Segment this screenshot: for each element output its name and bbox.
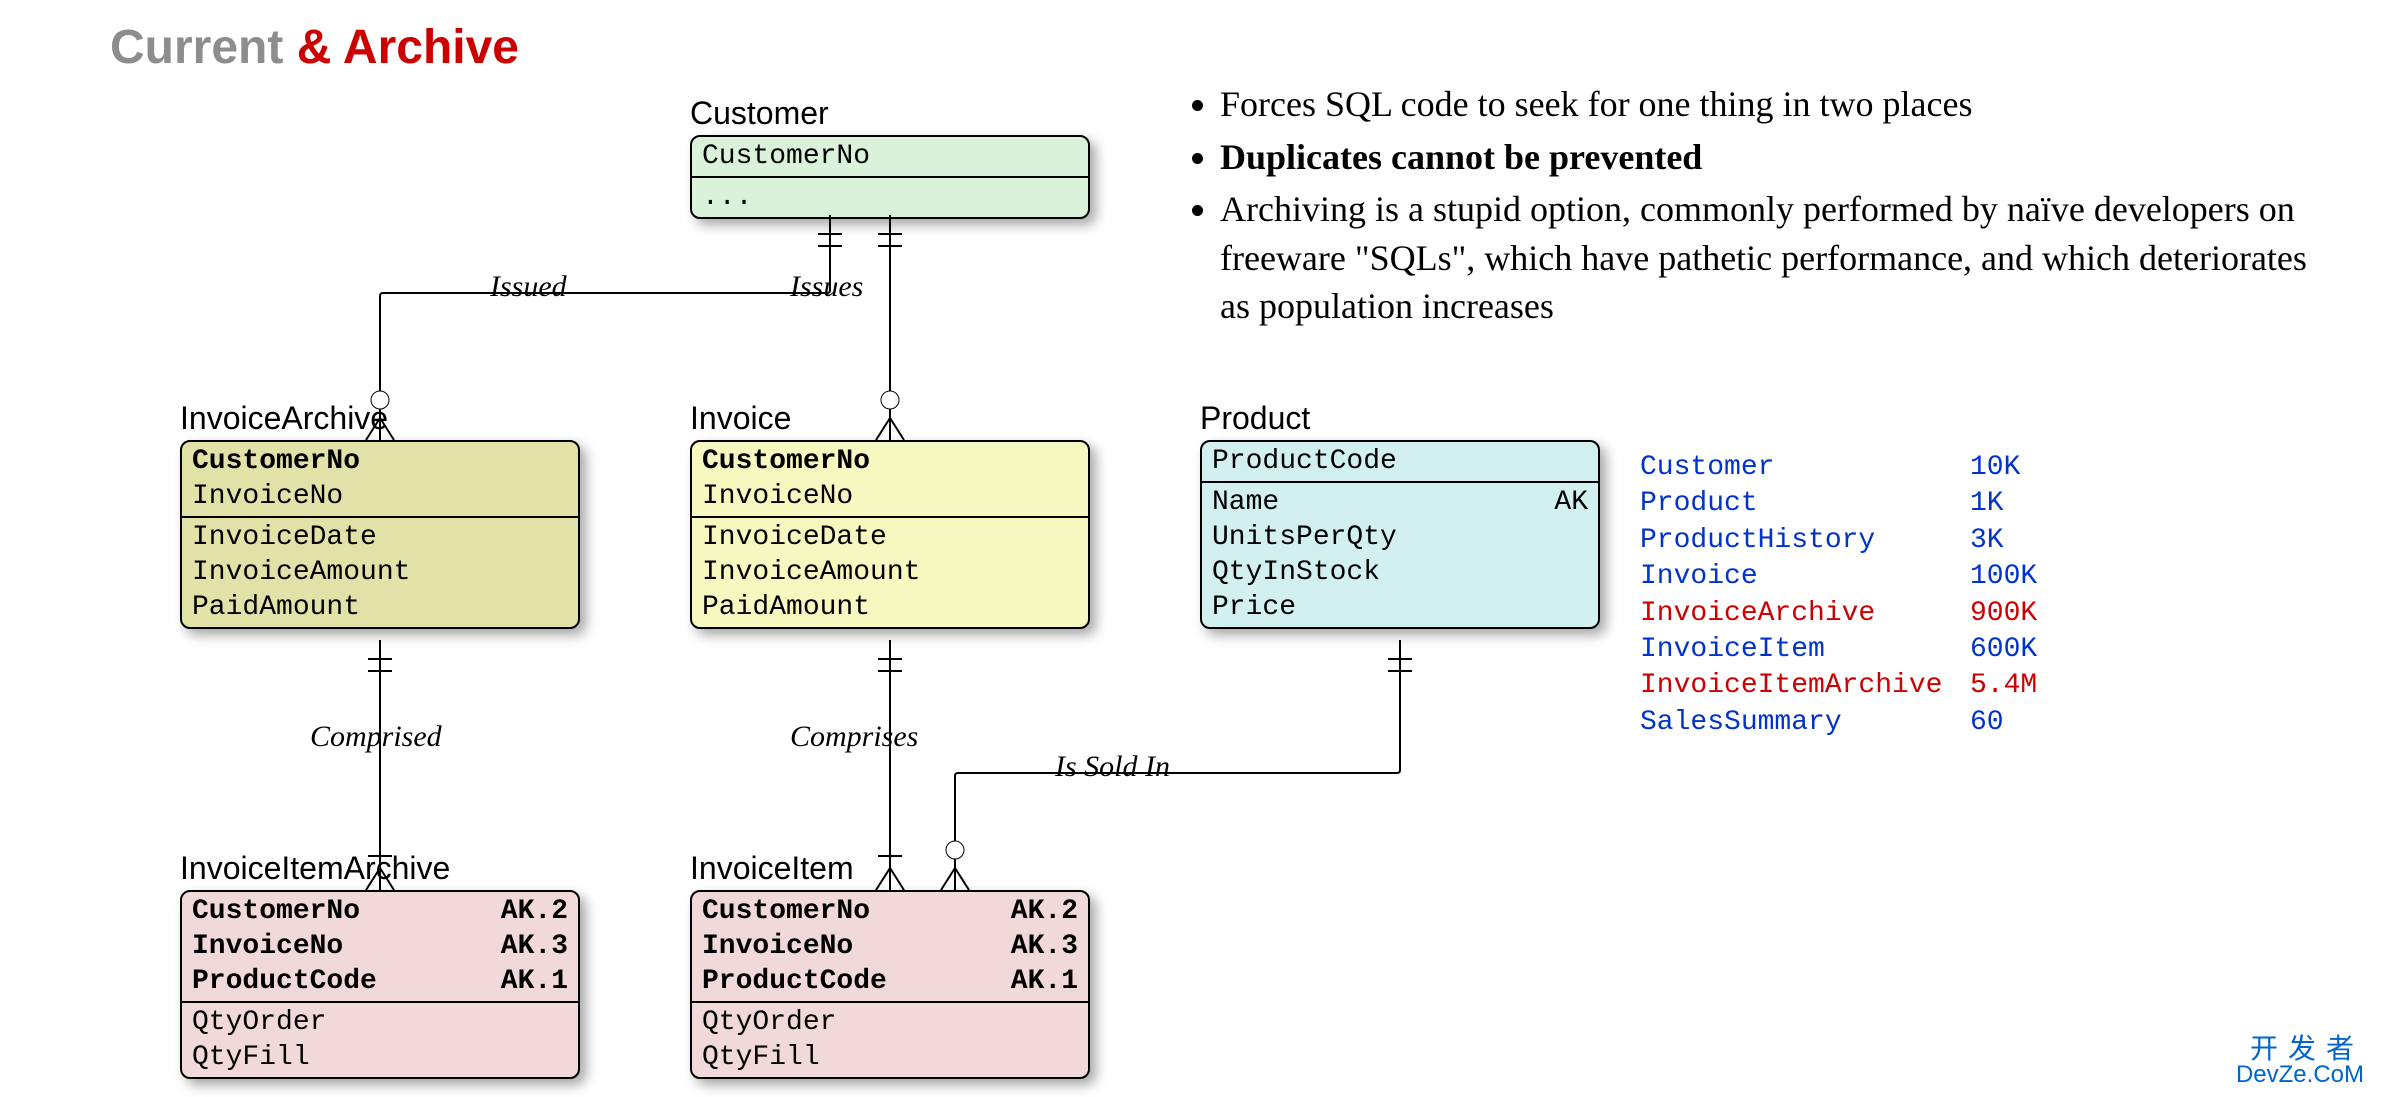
stats-name: Customer <box>1640 450 1970 486</box>
stats-name: Invoice <box>1640 559 1970 595</box>
entity-product: ProductCode Name AK UnitsPerQty QtyInSto… <box>1200 440 1600 629</box>
entity-invoice: CustomerNo InvoiceNo InvoiceDate Invoice… <box>690 440 1090 629</box>
ia-pk-1: InvoiceNo <box>192 479 568 514</box>
title-right: & Archive <box>297 21 519 74</box>
entity-invoice-item: CustomerNoAK.2 InvoiceNoAK.3 ProductCode… <box>690 890 1090 1079</box>
note-item: Duplicates cannot be prevented <box>1220 133 2330 182</box>
iia-attr-1: QtyFill <box>192 1040 568 1075</box>
stats-value: 1K <box>1970 486 2004 522</box>
prod-row-3: Price <box>1212 590 1588 625</box>
stats-row: Invoice100K <box>1640 559 2037 595</box>
entity-label-invoice-item-archive: InvoiceItemArchive <box>180 850 450 887</box>
watermark-cn: 开发者 <box>2236 1035 2364 1063</box>
ia-attr-0: InvoiceDate <box>192 520 568 555</box>
title-left: Current <box>110 21 297 74</box>
stats-value: 3K <box>1970 523 2004 559</box>
stats-name: InvoiceArchive <box>1640 596 1970 632</box>
ia-attr-2: PaidAmount <box>192 590 568 625</box>
watermark-en: DevZe.CoM <box>2236 1063 2364 1087</box>
inv-pk-0: CustomerNo <box>702 444 1078 479</box>
stats-value: 600K <box>1970 632 2037 668</box>
customer-pk: CustomerNo <box>692 137 1088 176</box>
ia-pk-0: CustomerNo <box>192 444 568 479</box>
inv-pk-1: InvoiceNo <box>702 479 1078 514</box>
ii-attr-1: QtyFill <box>702 1040 1078 1075</box>
stats-value: 10K <box>1970 450 2020 486</box>
stats-row: InvoiceArchive900K <box>1640 596 2037 632</box>
entity-label-customer: Customer <box>690 95 829 132</box>
ii-pk-2: ProductCodeAK.1 <box>702 964 1078 999</box>
stats-table: Customer10KProduct1KProductHistory3KInvo… <box>1640 450 2037 741</box>
ii-attr-0: QtyOrder <box>702 1005 1078 1040</box>
prod-row-1: UnitsPerQty <box>1212 520 1588 555</box>
watermark: 开发者 DevZe.CoM <box>2236 1035 2364 1087</box>
entity-label-invoice-item: InvoiceItem <box>690 850 854 887</box>
entity-customer: CustomerNo ... <box>690 135 1090 219</box>
rel-label-comprises: Comprises <box>790 720 918 754</box>
prod-pk: ProductCode <box>1202 442 1598 481</box>
inv-attr-2: PaidAmount <box>702 590 1078 625</box>
prod-row-0: Name AK <box>1212 485 1588 520</box>
stats-name: InvoiceItem <box>1640 632 1970 668</box>
stats-row: SalesSummary60 <box>1640 705 2037 741</box>
rel-label-issued: Issued <box>490 270 567 304</box>
customer-rest: ... <box>692 176 1088 217</box>
stats-name: InvoiceItemArchive <box>1640 668 1970 704</box>
note-item: Archiving is a stupid option, commonly p… <box>1220 185 2330 331</box>
note-item: Forces SQL code to seek for one thing in… <box>1220 80 2330 129</box>
inv-attr-0: InvoiceDate <box>702 520 1078 555</box>
stats-value: 100K <box>1970 559 2037 595</box>
stats-row: Product1K <box>1640 486 2037 522</box>
stats-name: ProductHistory <box>1640 523 1970 559</box>
stats-row: InvoiceItem600K <box>1640 632 2037 668</box>
rel-label-comprised: Comprised <box>310 720 442 754</box>
iia-pk-2: ProductCodeAK.1 <box>192 964 568 999</box>
inv-attr-1: InvoiceAmount <box>702 555 1078 590</box>
entity-label-invoice: Invoice <box>690 400 791 437</box>
stats-row: Customer10K <box>1640 450 2037 486</box>
stats-value: 900K <box>1970 596 2037 632</box>
stats-row: InvoiceItemArchive5.4M <box>1640 668 2037 704</box>
rel-label-is-sold-in: Is Sold In <box>1055 750 1170 784</box>
entity-invoice-archive: CustomerNo InvoiceNo InvoiceDate Invoice… <box>180 440 580 629</box>
page-title: Current & Archive <box>110 20 519 75</box>
entity-label-invoice-archive: InvoiceArchive <box>180 400 388 437</box>
entity-label-product: Product <box>1200 400 1310 437</box>
stats-name: Product <box>1640 486 1970 522</box>
stats-value: 5.4M <box>1970 668 2037 704</box>
ia-attr-1: InvoiceAmount <box>192 555 568 590</box>
rel-label-issues: Issues <box>790 270 863 304</box>
entity-invoice-item-archive: CustomerNoAK.2 InvoiceNoAK.3 ProductCode… <box>180 890 580 1079</box>
stats-name: SalesSummary <box>1640 705 1970 741</box>
iia-pk-0: CustomerNoAK.2 <box>192 894 568 929</box>
iia-pk-1: InvoiceNoAK.3 <box>192 929 568 964</box>
ii-pk-1: InvoiceNoAK.3 <box>702 929 1078 964</box>
stats-row: ProductHistory3K <box>1640 523 2037 559</box>
iia-attr-0: QtyOrder <box>192 1005 568 1040</box>
ii-pk-0: CustomerNoAK.2 <box>702 894 1078 929</box>
notes-list: Forces SQL code to seek for one thing in… <box>1180 80 2330 335</box>
prod-row-2: QtyInStock <box>1212 555 1588 590</box>
stats-value: 60 <box>1970 705 2004 741</box>
